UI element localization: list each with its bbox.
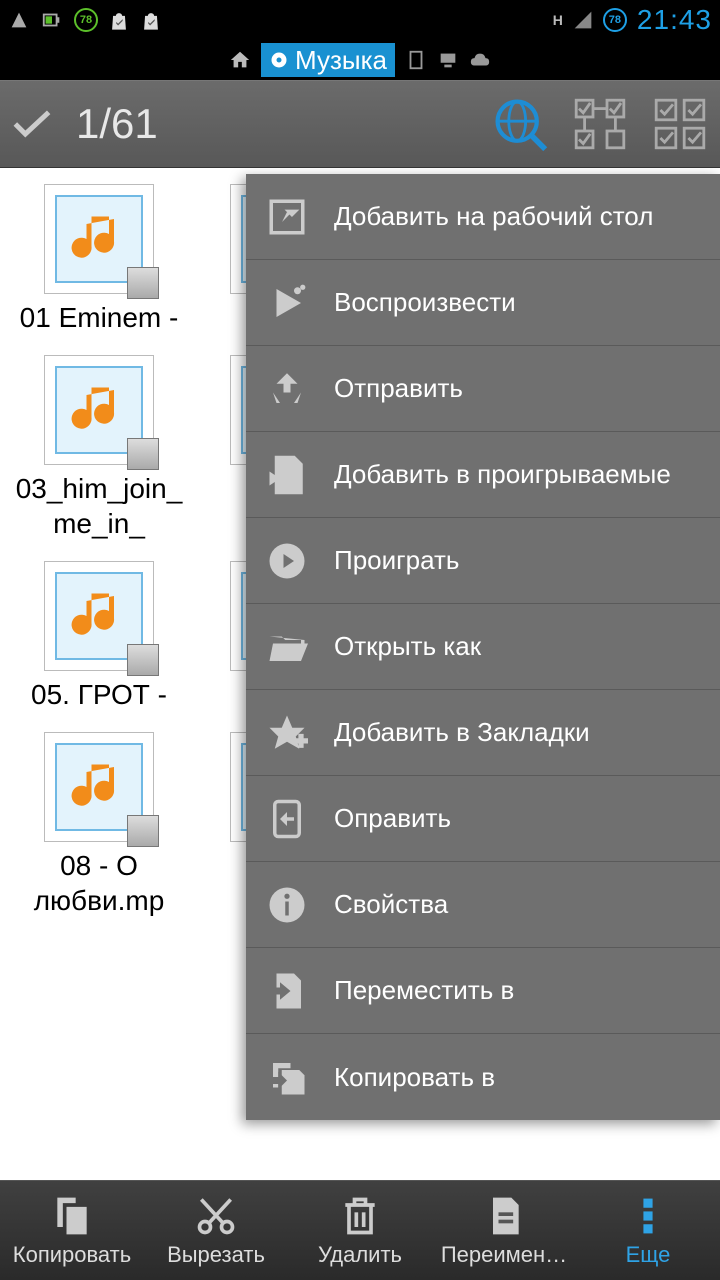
bottom-label: Копировать xyxy=(13,1242,131,1268)
play-circle-icon xyxy=(266,540,308,582)
menu-label: Отправить xyxy=(334,373,463,404)
shortcut-icon xyxy=(266,196,308,238)
breadcrumb-bar: Музыка xyxy=(0,40,720,80)
cloud-tab-icon[interactable] xyxy=(469,49,491,71)
status-bar: 78 H 78 21:43 xyxy=(0,0,720,40)
web-search-button[interactable] xyxy=(492,96,548,152)
more-icon xyxy=(626,1194,670,1238)
menu-label: Копировать в xyxy=(334,1062,495,1093)
select-group-button[interactable] xyxy=(572,96,628,152)
music-file-icon xyxy=(69,757,129,817)
menu-label: Переместить в xyxy=(334,975,514,1006)
notify-icon xyxy=(8,9,30,31)
bag-icon-2 xyxy=(140,9,162,31)
bottom-cut[interactable]: Вырезать xyxy=(144,1181,288,1280)
menu-move-to[interactable]: Переместить в xyxy=(246,948,720,1034)
menu-play-file[interactable]: Проиграть xyxy=(246,518,720,604)
bottom-delete[interactable]: Удалить xyxy=(288,1181,432,1280)
menu-copy-to[interactable]: Копировать в xyxy=(246,1034,720,1120)
bottom-label: Переимен… xyxy=(441,1242,567,1268)
share-icon xyxy=(266,368,308,410)
battery-indicator-2: 78 xyxy=(603,8,627,32)
selection-toolbar: 1/61 xyxy=(0,80,720,168)
rename-icon xyxy=(482,1194,526,1238)
move-to-icon xyxy=(266,970,308,1012)
bottom-rename[interactable]: Переимен… xyxy=(432,1181,576,1280)
file-label: 05. ГРОТ - xyxy=(14,677,184,712)
menu-properties[interactable]: Свойства xyxy=(246,862,720,948)
breadcrumb-active[interactable]: Музыка xyxy=(261,43,395,77)
file-label: 03_him_join_me_in_ xyxy=(14,471,184,541)
menu-label: Добавить в проигрываемые xyxy=(334,459,671,490)
select-all-button[interactable] xyxy=(652,96,708,152)
file-label: 08 - О любви.mp xyxy=(14,848,184,918)
file-item[interactable]: 05. ГРОТ - xyxy=(14,561,184,712)
menu-add-to-playing[interactable]: Добавить в проигрываемые xyxy=(246,432,720,518)
music-disc-icon xyxy=(269,50,289,70)
music-file-icon xyxy=(69,380,129,440)
menu-share[interactable]: Отправить xyxy=(246,346,720,432)
menu-add-bookmark[interactable]: Добавить в Закладки xyxy=(246,690,720,776)
menu-label: Добавить на рабочий стол xyxy=(334,201,653,232)
status-left: 78 xyxy=(8,8,162,32)
info-icon xyxy=(266,884,308,926)
file-item[interactable]: 08 - О любви.mp xyxy=(14,732,184,918)
bookmark-add-icon xyxy=(266,712,308,754)
menu-play[interactable]: Воспроизвести xyxy=(246,260,720,346)
confirm-selection-button[interactable] xyxy=(12,109,52,139)
music-file-icon xyxy=(69,586,129,646)
copy-to-icon xyxy=(266,1056,308,1098)
menu-label: Свойства xyxy=(334,889,448,920)
clock: 21:43 xyxy=(637,4,712,36)
file-label: 01 Eminem - xyxy=(14,300,184,335)
menu-label: Воспроизвести xyxy=(334,287,516,318)
menu-label: Проиграть xyxy=(334,545,459,576)
home-icon[interactable] xyxy=(229,49,251,71)
send-device-icon xyxy=(266,798,308,840)
signal-icon xyxy=(573,10,593,30)
context-menu: Добавить на рабочий стол Воспроизвести О… xyxy=(246,174,720,1120)
bottom-more[interactable]: Еще xyxy=(576,1181,720,1280)
bag-icon-1 xyxy=(108,9,130,31)
battery-small-icon xyxy=(40,9,64,31)
play-icon xyxy=(266,282,308,324)
battery-indicator-1: 78 xyxy=(74,8,98,32)
bottom-label: Еще xyxy=(626,1242,671,1268)
breadcrumb-label: Музыка xyxy=(295,45,387,76)
file-grid-area: 01 Eminem - 01 03_him_join_me_in_ 03 05.… xyxy=(0,168,720,1180)
selection-counter: 1/61 xyxy=(76,100,158,148)
delete-icon xyxy=(338,1194,382,1238)
music-file-icon xyxy=(69,209,129,269)
menu-open-as[interactable]: Открыть как xyxy=(246,604,720,690)
file-item[interactable]: 01 Eminem - xyxy=(14,184,184,335)
cut-icon xyxy=(194,1194,238,1238)
bottom-label: Удалить xyxy=(318,1242,402,1268)
menu-send[interactable]: Оправить xyxy=(246,776,720,862)
menu-label: Оправить xyxy=(334,803,451,834)
bottom-label: Вырезать xyxy=(167,1242,265,1268)
queue-add-icon xyxy=(266,454,308,496)
gallery-tab-icon[interactable] xyxy=(405,49,427,71)
menu-label: Добавить в Закладки xyxy=(334,717,590,748)
file-item[interactable]: 03_him_join_me_in_ xyxy=(14,355,184,541)
menu-label: Открыть как xyxy=(334,631,481,662)
open-folder-icon xyxy=(266,626,308,668)
copy-icon xyxy=(50,1194,94,1238)
status-right: H 78 21:43 xyxy=(553,4,712,36)
pc-tab-icon[interactable] xyxy=(437,49,459,71)
menu-add-to-desktop[interactable]: Добавить на рабочий стол xyxy=(246,174,720,260)
bottom-action-bar: Копировать Вырезать Удалить Переимен… Ещ… xyxy=(0,1180,720,1280)
bottom-copy[interactable]: Копировать xyxy=(0,1181,144,1280)
network-type: H xyxy=(553,12,563,28)
